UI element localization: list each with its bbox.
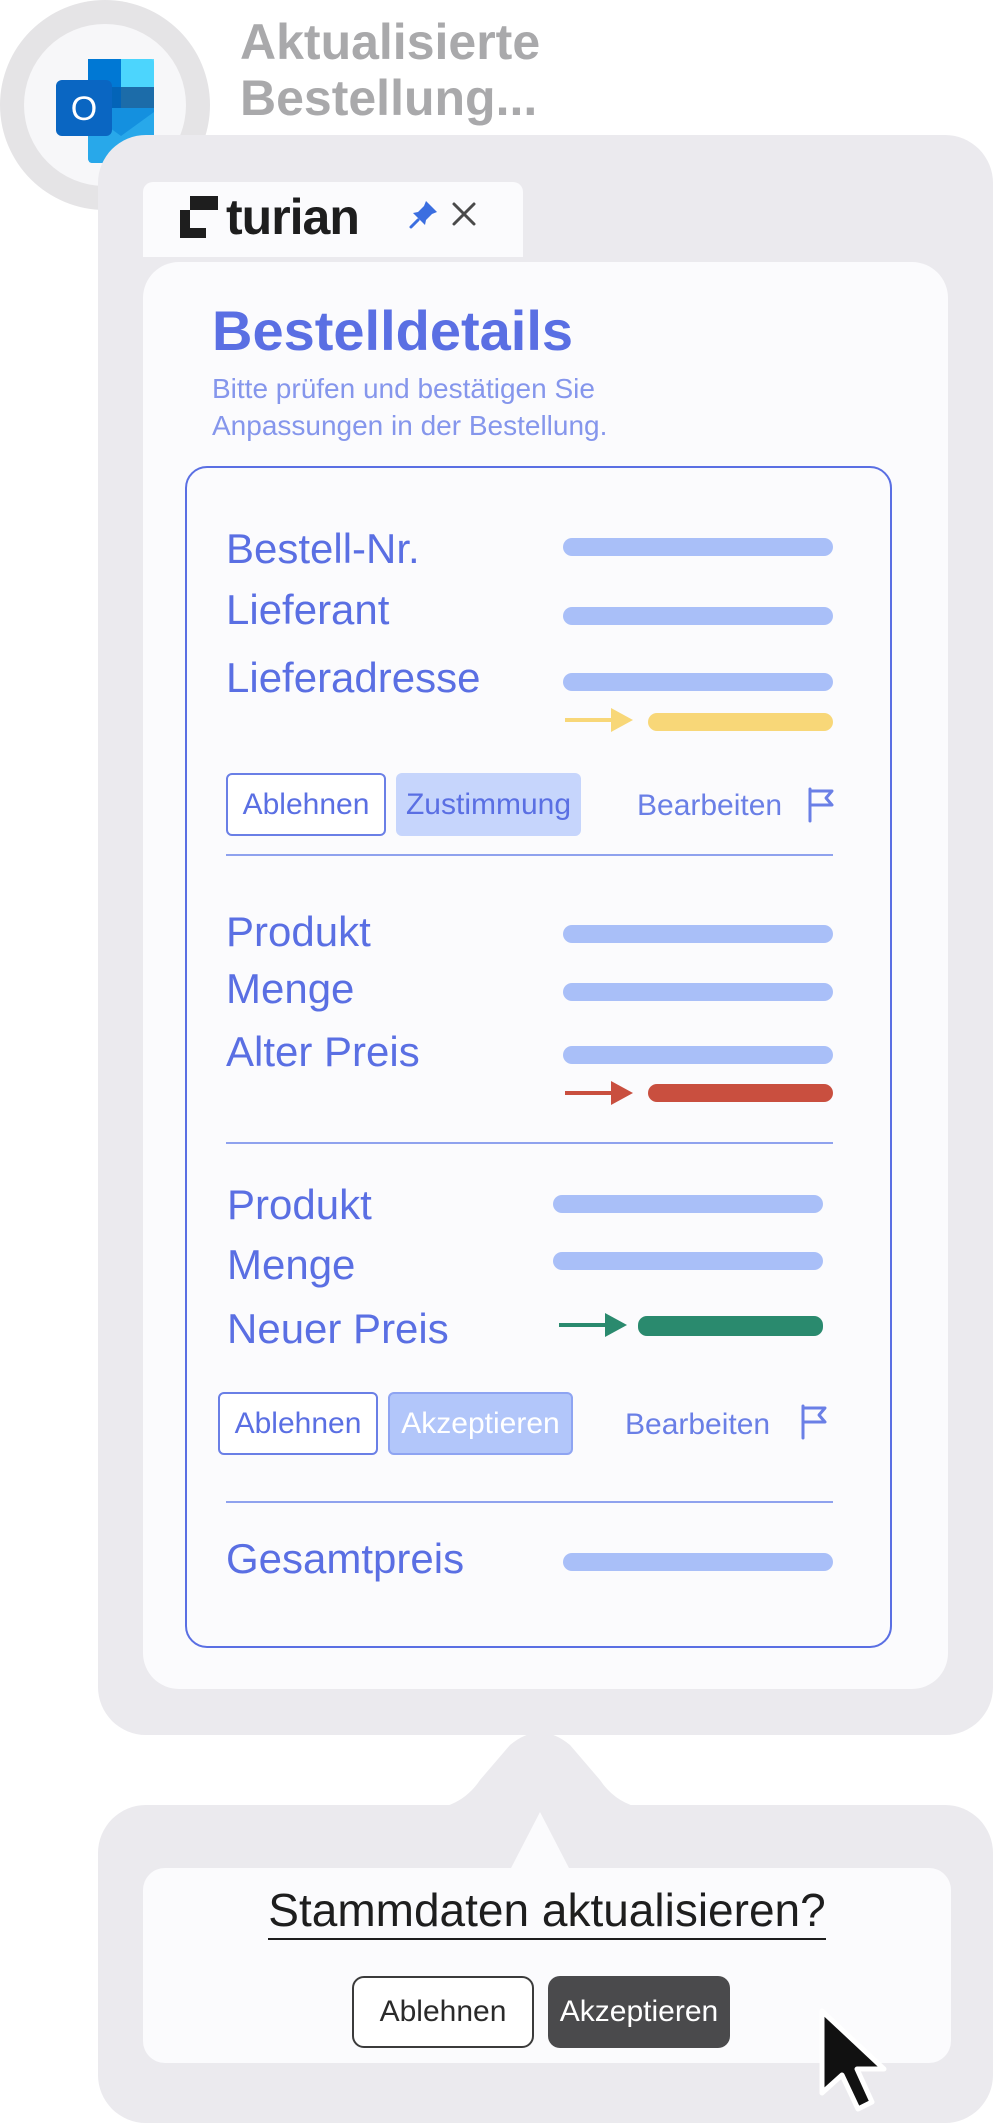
value-bar-supplier	[563, 607, 833, 625]
divider	[226, 1501, 833, 1503]
mouse-cursor-icon	[812, 2005, 892, 2115]
value-bar-order-number	[563, 538, 833, 556]
label-product: Produkt	[227, 1181, 372, 1228]
turian-logo-icon	[180, 196, 218, 238]
label-delivery-address: Lieferadresse	[226, 654, 481, 701]
new-price-bar	[638, 1316, 823, 1336]
label-old-price: Alter Preis	[226, 1028, 420, 1075]
label-new-price: Neuer Preis	[227, 1305, 449, 1352]
notification-title: Aktualisierte Bestellung...	[240, 14, 541, 126]
divider	[226, 854, 833, 856]
accept-button[interactable]: Akzeptieren	[388, 1392, 573, 1455]
page-title: Bestelldetails	[212, 299, 574, 362]
edit-link[interactable]: Bearbeiten	[637, 789, 782, 823]
value-bar-delivery-address	[563, 673, 833, 691]
label-product: Produkt	[226, 908, 371, 955]
flag-icon[interactable]	[806, 787, 836, 823]
dialog-question-text: Stammdaten aktualisieren?	[268, 1884, 826, 1940]
page-subtitle: Bitte prüfen und bestätigen Sie Anpassun…	[212, 373, 608, 441]
label-order-number: Bestell-Nr.	[226, 525, 420, 572]
value-bar-product	[563, 925, 833, 943]
value-bar-old-price	[563, 1046, 833, 1064]
label-supplier: Lieferant	[226, 586, 390, 633]
value-bar-quantity	[563, 983, 833, 1001]
arrow-right-icon	[563, 704, 635, 736]
dialog-accept-button[interactable]: Akzeptieren	[548, 1976, 730, 2048]
label-quantity: Menge	[226, 965, 355, 1012]
close-icon[interactable]	[450, 200, 478, 228]
arrow-right-icon	[557, 1309, 629, 1341]
pin-icon[interactable]	[408, 198, 440, 230]
label-quantity: Menge	[227, 1241, 356, 1288]
dialog-inner-pointer	[510, 1808, 570, 1870]
dialog-reject-button[interactable]: Ablehnen	[352, 1976, 534, 2048]
value-bar-total-price	[563, 1553, 833, 1571]
brand-name: turian	[226, 189, 360, 245]
dialog-question: Stammdaten aktualisieren?	[143, 1883, 951, 1940]
new-value-bar-delivery-address	[648, 713, 833, 731]
reject-button[interactable]: Ablehnen	[218, 1392, 378, 1455]
arrow-right-icon	[563, 1077, 635, 1109]
reject-button[interactable]: Ablehnen	[226, 773, 386, 836]
label-total-price: Gesamtpreis	[226, 1535, 465, 1582]
edit-link[interactable]: Bearbeiten	[625, 1408, 770, 1442]
value-bar-product	[553, 1195, 823, 1213]
approve-button[interactable]: Zustimmung	[396, 773, 581, 836]
dialog-pointer	[420, 1730, 660, 1810]
value-bar-quantity	[553, 1252, 823, 1270]
divider	[226, 1142, 833, 1144]
svg-text:O: O	[71, 90, 97, 128]
flag-icon[interactable]	[799, 1404, 829, 1440]
changed-price-bar	[648, 1084, 833, 1102]
